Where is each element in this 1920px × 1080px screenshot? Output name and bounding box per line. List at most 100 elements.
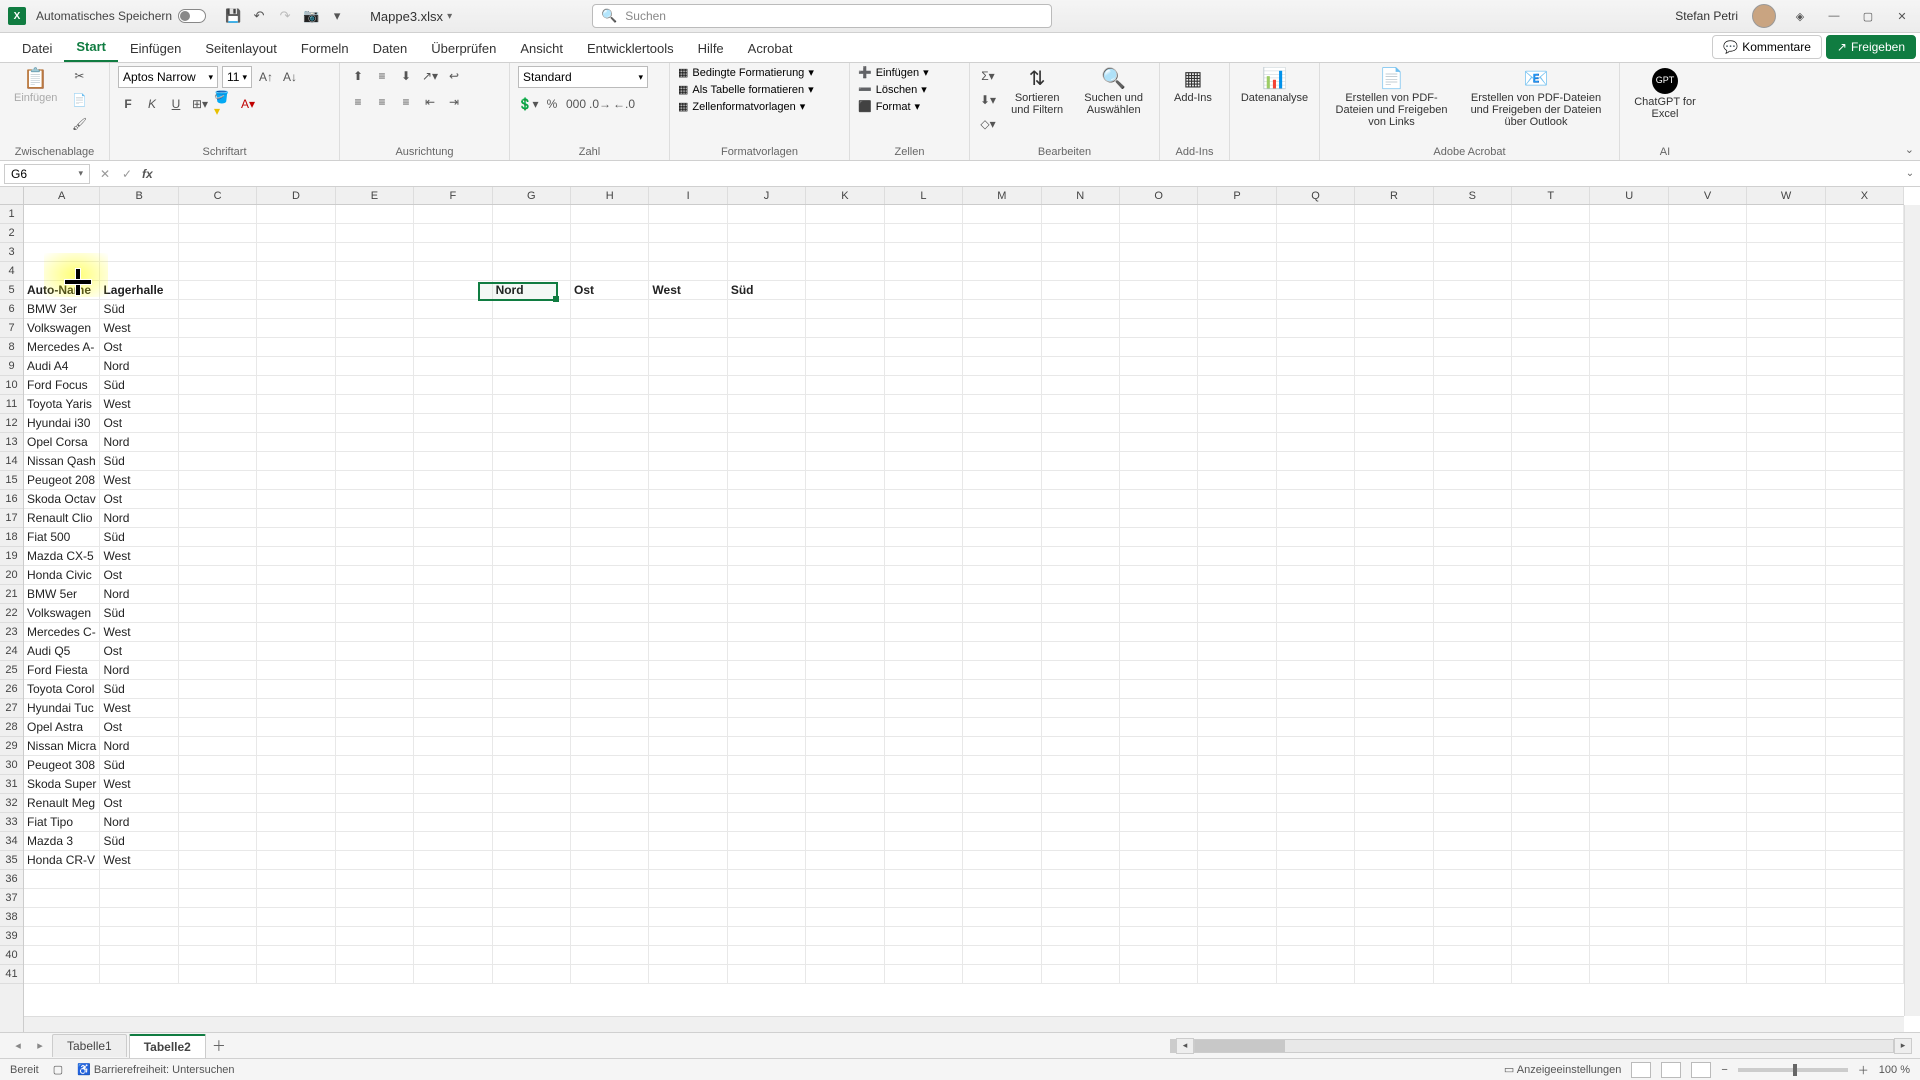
cell[interactable] (806, 566, 884, 585)
cell[interactable] (1042, 281, 1120, 300)
cell[interactable] (1277, 623, 1355, 642)
cell[interactable]: Süd (100, 604, 178, 623)
cell[interactable] (1434, 300, 1512, 319)
decrease-font-icon[interactable]: A↓ (280, 67, 300, 87)
cell[interactable] (1826, 566, 1904, 585)
cell[interactable] (728, 889, 806, 908)
cell[interactable] (963, 395, 1041, 414)
cell[interactable] (1590, 756, 1668, 775)
comma-icon[interactable]: 000 (566, 94, 586, 114)
tab-start[interactable]: Start (64, 33, 118, 62)
cell[interactable] (1042, 642, 1120, 661)
cell[interactable] (1434, 832, 1512, 851)
cell[interactable] (1747, 623, 1825, 642)
cell[interactable] (1434, 281, 1512, 300)
row-header[interactable]: 7 (0, 319, 23, 338)
cell[interactable] (1277, 357, 1355, 376)
cell[interactable] (1120, 737, 1198, 756)
cell[interactable] (1120, 433, 1198, 452)
cell[interactable] (571, 718, 649, 737)
column-header[interactable]: I (649, 187, 727, 204)
cell[interactable] (1669, 851, 1747, 870)
cell[interactable] (257, 661, 335, 680)
cell[interactable]: Nissan Qash (24, 452, 100, 471)
cell[interactable] (885, 927, 963, 946)
cell[interactable]: West (100, 547, 178, 566)
cell[interactable] (728, 642, 806, 661)
cell[interactable] (885, 547, 963, 566)
cell[interactable] (1120, 471, 1198, 490)
align-center-icon[interactable]: ≡ (372, 92, 392, 112)
cell[interactable] (1120, 262, 1198, 281)
cell[interactable] (257, 889, 335, 908)
cell[interactable] (1512, 870, 1590, 889)
cell[interactable] (571, 870, 649, 889)
cell[interactable] (1747, 509, 1825, 528)
cell[interactable] (1826, 775, 1904, 794)
cell[interactable] (963, 851, 1041, 870)
cell[interactable] (571, 547, 649, 566)
cell[interactable] (336, 262, 414, 281)
cell[interactable] (1826, 490, 1904, 509)
cell[interactable] (571, 737, 649, 756)
cell[interactable] (414, 908, 492, 927)
cell[interactable] (806, 585, 884, 604)
cell[interactable] (493, 756, 571, 775)
cell[interactable] (885, 775, 963, 794)
cell[interactable] (1826, 680, 1904, 699)
view-page-break-icon[interactable] (1691, 1062, 1711, 1078)
cell[interactable] (1120, 927, 1198, 946)
cell[interactable] (885, 205, 963, 224)
sheet-tab-1[interactable]: Tabelle1 (52, 1034, 127, 1057)
cell[interactable] (1042, 205, 1120, 224)
spreadsheet-grid[interactable]: ABCDEFGHIJKLMNOPQRSTUVWX 123456789101112… (0, 187, 1920, 1032)
cell[interactable] (649, 680, 727, 699)
row-header[interactable]: 3 (0, 243, 23, 262)
cell[interactable] (571, 243, 649, 262)
cell[interactable] (1355, 338, 1433, 357)
cell[interactable] (571, 642, 649, 661)
cell[interactable] (493, 832, 571, 851)
cell[interactable] (1198, 927, 1276, 946)
cell[interactable] (1826, 699, 1904, 718)
row-header[interactable]: 28 (0, 718, 23, 737)
cell[interactable]: Renault Clio (24, 509, 100, 528)
cell[interactable] (179, 566, 257, 585)
cell[interactable] (1590, 851, 1668, 870)
cell[interactable] (1669, 376, 1747, 395)
increase-decimal-icon[interactable]: .0→ (590, 94, 610, 114)
cell[interactable] (1434, 737, 1512, 756)
cell[interactable] (1042, 946, 1120, 965)
cell[interactable] (728, 452, 806, 471)
cell[interactable]: Ford Focus (24, 376, 100, 395)
cell[interactable] (806, 376, 884, 395)
cell[interactable] (1669, 319, 1747, 338)
cell[interactable] (1669, 623, 1747, 642)
cell[interactable] (649, 642, 727, 661)
cell[interactable] (493, 395, 571, 414)
cell[interactable] (728, 718, 806, 737)
cell[interactable] (1512, 965, 1590, 984)
cell[interactable] (1198, 661, 1276, 680)
cell[interactable] (336, 414, 414, 433)
cell[interactable] (1042, 680, 1120, 699)
cell[interactable] (885, 794, 963, 813)
border-icon[interactable]: ⊞▾ (190, 94, 210, 114)
cell[interactable] (728, 832, 806, 851)
cell[interactable]: Audi Q5 (24, 642, 100, 661)
user-avatar[interactable] (1752, 4, 1776, 28)
cell[interactable] (1198, 832, 1276, 851)
cell[interactable] (885, 528, 963, 547)
cell[interactable]: Ost (100, 490, 178, 509)
cell[interactable] (649, 490, 727, 509)
name-box[interactable]: G6▾ (4, 164, 90, 184)
row-header[interactable]: 10 (0, 376, 23, 395)
cell[interactable] (571, 756, 649, 775)
cell[interactable] (1434, 433, 1512, 452)
cell[interactable] (493, 509, 571, 528)
cell[interactable]: West (100, 851, 178, 870)
row-header[interactable]: 27 (0, 699, 23, 718)
cell[interactable] (414, 851, 492, 870)
tab-datei[interactable]: Datei (10, 35, 64, 62)
row-header[interactable]: 31 (0, 775, 23, 794)
